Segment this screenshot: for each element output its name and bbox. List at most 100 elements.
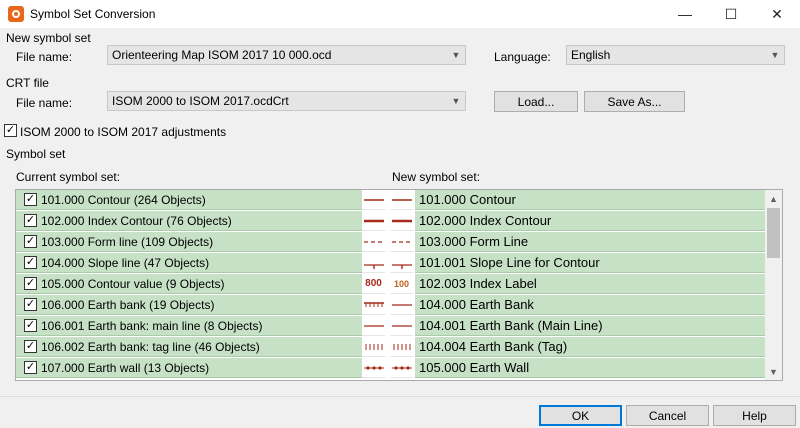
- new-symbol-set-header: New symbol set:: [392, 170, 481, 184]
- current-symbol-cell[interactable]: ✓ 106.000 Earth bank (19 Objects): [16, 295, 362, 315]
- new-symbol-cell[interactable]: 102.000 Index Contour: [415, 211, 766, 231]
- table-row[interactable]: ✓ 104.000 Slope line (47 Objects) 101.001 …: [16, 253, 766, 274]
- window-title: Symbol Set Conversion: [30, 7, 156, 21]
- table-row[interactable]: ✓ 107.000 Earth wall (13 Objects) 105.000 …: [16, 358, 766, 379]
- row-include-checkbox[interactable]: ✓: [24, 256, 37, 269]
- ok-button[interactable]: OK: [539, 405, 622, 426]
- new-symbol-cell[interactable]: 105.000 Earth Wall: [415, 358, 766, 378]
- row-include-checkbox[interactable]: ✓: [24, 235, 37, 248]
- crt-file-value: ISOM 2000 to ISOM 2017.ocdCrt: [112, 94, 289, 108]
- current-symbol-preview-icon: [362, 295, 385, 315]
- adjustments-label: ISOM 2000 to ISOM 2017 adjustments: [20, 125, 227, 139]
- current-symbol-preview-icon: [362, 190, 385, 210]
- current-symbol-label: 104.000 Slope line (47 Objects): [41, 255, 210, 270]
- current-symbol-cell[interactable]: ✓ 106.001 Earth bank: main line (8 Object…: [16, 316, 362, 336]
- scroll-down-arrow-icon[interactable]: ▼: [765, 363, 782, 380]
- symbol-mapping-table: ✓ 101.000 Contour (264 Objects) 101.000 Co…: [15, 189, 783, 381]
- new-symbol-preview-icon: [390, 295, 413, 315]
- close-button[interactable]: ✕: [754, 0, 800, 28]
- current-symbol-label: 101.000 Contour (264 Objects): [41, 192, 206, 207]
- current-symbol-cell[interactable]: ✓ 103.000 Form line (109 Objects): [16, 232, 362, 252]
- new-file-name-label: File name:: [16, 50, 73, 64]
- new-symbol-cell[interactable]: 102.003 Index Label: [415, 274, 766, 294]
- row-include-checkbox[interactable]: ✓: [24, 298, 37, 311]
- new-symbol-set-file-value: Orienteering Map ISOM 2017 10 000.ocd: [112, 48, 332, 62]
- new-symbol-preview-icon: [390, 253, 413, 273]
- chevron-down-icon: ▼: [451, 50, 461, 60]
- maximize-button[interactable]: ☐: [708, 0, 754, 28]
- table-row[interactable]: ✓ 105.000 Contour value (9 Objects) 800 100…: [16, 274, 766, 295]
- index-label-preview: 100: [393, 278, 410, 289]
- current-symbol-label: 106.001 Earth bank: main line (8 Objects…: [41, 318, 263, 333]
- row-include-checkbox[interactable]: ✓: [24, 277, 37, 290]
- current-symbol-cell[interactable]: ✓ 104.000 Slope line (47 Objects): [16, 253, 362, 273]
- minimize-button[interactable]: —: [662, 0, 708, 28]
- new-symbol-set-group-label: New symbol set: [6, 31, 91, 45]
- vertical-scrollbar[interactable]: ▲ ▼: [765, 190, 782, 380]
- current-symbol-label: 106.002 Earth bank: tag line (46 Objects…: [41, 339, 260, 354]
- current-symbol-set-header: Current symbol set:: [16, 170, 121, 184]
- new-symbol-set-file-dropdown[interactable]: Orienteering Map ISOM 2017 10 000.ocd ▼: [107, 45, 466, 65]
- new-symbol-preview-icon: [390, 232, 413, 252]
- crt-file-name-label: File name:: [16, 96, 73, 110]
- crt-file-group-label: CRT file: [6, 76, 49, 90]
- new-symbol-preview-icon: [390, 358, 413, 378]
- adjustments-checkbox[interactable]: ✓: [4, 124, 17, 137]
- current-symbol-preview-icon: [362, 316, 385, 336]
- new-symbol-preview-icon: 100: [390, 274, 413, 294]
- scrollbar-thumb[interactable]: [767, 208, 780, 258]
- new-symbol-preview-icon: [390, 316, 413, 336]
- current-symbol-preview-icon: [362, 211, 385, 231]
- save-as-button[interactable]: Save As...: [584, 91, 685, 112]
- current-symbol-label: 107.000 Earth wall (13 Objects): [41, 360, 210, 375]
- load-button[interactable]: Load...: [494, 91, 578, 112]
- new-symbol-preview-icon: [390, 337, 413, 357]
- current-symbol-preview-icon: 800: [362, 274, 385, 294]
- title-bar: Symbol Set Conversion — ☐ ✕: [0, 0, 800, 28]
- contour-value-preview: 800: [365, 278, 382, 289]
- new-symbol-cell[interactable]: 104.004 Earth Bank (Tag): [415, 337, 766, 357]
- chevron-down-icon: ▼: [770, 50, 780, 60]
- cancel-button[interactable]: Cancel: [626, 405, 709, 426]
- new-symbol-preview-icon: [390, 211, 413, 231]
- current-symbol-cell[interactable]: ✓ 102.000 Index Contour (76 Objects): [16, 211, 362, 231]
- current-symbol-cell[interactable]: ✓ 105.000 Contour value (9 Objects): [16, 274, 362, 294]
- current-symbol-preview-icon: [362, 253, 385, 273]
- current-symbol-cell[interactable]: ✓ 101.000 Contour (264 Objects): [16, 190, 362, 210]
- current-symbol-label: 105.000 Contour value (9 Objects): [41, 276, 225, 291]
- language-label: Language:: [494, 50, 551, 64]
- table-row[interactable]: ✓ 103.000 Form line (109 Objects) 103.000 …: [16, 232, 766, 253]
- new-symbol-preview-icon: [390, 190, 413, 210]
- table-row[interactable]: ✓ 101.000 Contour (264 Objects) 101.000 Co…: [16, 190, 766, 211]
- language-value: English: [571, 48, 611, 62]
- current-symbol-cell[interactable]: ✓ 107.000 Earth wall (13 Objects): [16, 358, 362, 378]
- chevron-down-icon: ▼: [451, 96, 461, 106]
- row-include-checkbox[interactable]: ✓: [24, 193, 37, 206]
- table-row[interactable]: ✓ 102.000 Index Contour (76 Objects) 102.0…: [16, 211, 766, 232]
- current-symbol-preview-icon: [362, 232, 385, 252]
- table-row[interactable]: ✓ 106.000 Earth bank (19 Objects) 104.000 …: [16, 295, 766, 316]
- current-symbol-label: 102.000 Index Contour (76 Objects): [41, 213, 232, 228]
- table-row[interactable]: ✓ 106.002 Earth bank: tag line (46 Object…: [16, 337, 766, 358]
- scroll-up-arrow-icon[interactable]: ▲: [765, 190, 782, 207]
- symbol-set-group-label: Symbol set: [6, 147, 66, 161]
- new-symbol-cell[interactable]: 103.000 Form Line: [415, 232, 766, 252]
- new-symbol-cell[interactable]: 104.001 Earth Bank (Main Line): [415, 316, 766, 336]
- new-symbol-cell[interactable]: 101.000 Contour: [415, 190, 766, 210]
- help-button[interactable]: Help: [713, 405, 796, 426]
- row-include-checkbox[interactable]: ✓: [24, 340, 37, 353]
- current-symbol-label: 106.000 Earth bank (19 Objects): [41, 297, 215, 312]
- new-symbol-cell[interactable]: 101.001 Slope Line for Contour: [415, 253, 766, 273]
- current-symbol-preview-icon: [362, 337, 385, 357]
- crt-file-dropdown[interactable]: ISOM 2000 to ISOM 2017.ocdCrt ▼: [107, 91, 466, 111]
- row-include-checkbox[interactable]: ✓: [24, 214, 37, 227]
- app-icon: [8, 6, 24, 22]
- row-include-checkbox[interactable]: ✓: [24, 319, 37, 332]
- current-symbol-preview-icon: [362, 358, 385, 378]
- current-symbol-label: 103.000 Form line (109 Objects): [41, 234, 214, 249]
- current-symbol-cell[interactable]: ✓ 106.002 Earth bank: tag line (46 Object…: [16, 337, 362, 357]
- row-include-checkbox[interactable]: ✓: [24, 361, 37, 374]
- new-symbol-cell[interactable]: 104.000 Earth Bank: [415, 295, 766, 315]
- table-row[interactable]: ✓ 106.001 Earth bank: main line (8 Object…: [16, 316, 766, 337]
- language-dropdown[interactable]: English ▼: [566, 45, 785, 65]
